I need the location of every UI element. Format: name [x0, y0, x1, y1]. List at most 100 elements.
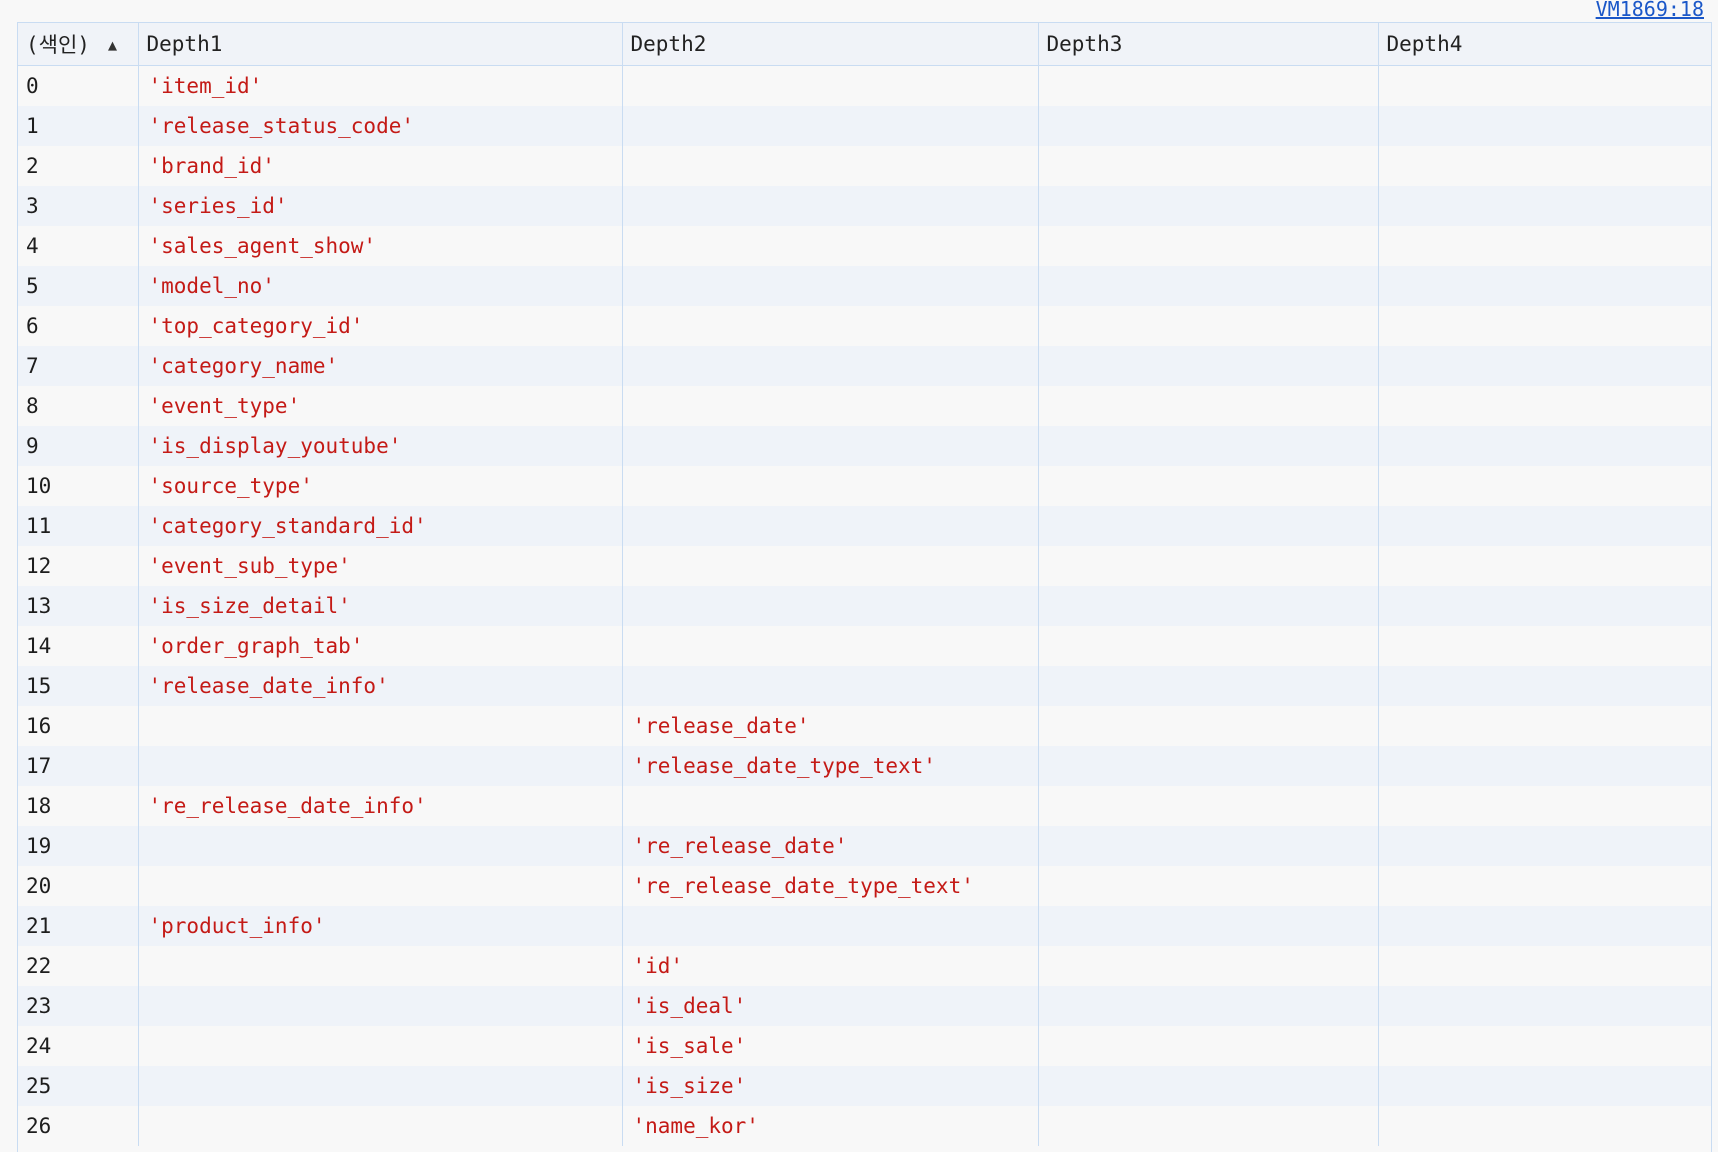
- table-header: (색인) ▲ Depth1 Depth2 Depth3 Depth4: [18, 22, 1711, 66]
- depth3-cell: [1037, 666, 1378, 706]
- row-index-cell: 4: [18, 226, 138, 266]
- depth1-cell: 'release_date_info': [137, 666, 622, 706]
- column-header-depth2[interactable]: Depth2: [621, 22, 1038, 66]
- table-row: 11'category_standard_id': [18, 506, 1711, 546]
- depth3-cell: [1037, 1026, 1378, 1066]
- row-index-cell: 0: [18, 65, 138, 106]
- table-row: 8'event_type': [18, 386, 1711, 426]
- column-header-index-label: (색인): [26, 33, 90, 57]
- row-index-cell: 24: [18, 1026, 138, 1066]
- depth1-cell: 'model_no': [137, 266, 622, 306]
- row-index-cell: 19: [18, 826, 138, 866]
- column-header-depth4[interactable]: Depth4: [1377, 22, 1711, 66]
- sort-ascending-icon: ▲: [107, 36, 117, 54]
- console-table: (색인) ▲ Depth1 Depth2 Depth3 Depth4 0'item…: [17, 22, 1712, 1152]
- depth4-cell: [1377, 306, 1711, 346]
- depth2-cell: 're_release_date_type_text': [621, 866, 1038, 906]
- depth2-cell: [621, 666, 1038, 706]
- header-row: (색인) ▲ Depth1 Depth2 Depth3 Depth4: [18, 22, 1711, 66]
- depth4-cell: [1377, 946, 1711, 986]
- depth4-cell: [1377, 346, 1711, 386]
- table-row: 22 'id': [18, 946, 1711, 986]
- depth3-cell: [1037, 426, 1378, 466]
- depth3-cell: [1037, 866, 1378, 906]
- table-row: 2'brand_id': [18, 146, 1711, 186]
- column-header-depth1[interactable]: Depth1: [137, 22, 622, 66]
- row-index-cell: 7: [18, 346, 138, 386]
- depth3-cell: [1037, 946, 1378, 986]
- depth3-cell: [1037, 586, 1378, 626]
- depth2-cell: 'is_deal': [621, 986, 1038, 1026]
- depth1-cell: [137, 746, 622, 786]
- depth4-cell: [1377, 1066, 1711, 1106]
- row-index-cell: 15: [18, 666, 138, 706]
- depth1-cell: 'brand_id': [137, 146, 622, 186]
- table-row: 4'sales_agent_show': [18, 226, 1711, 266]
- table-row: 20 're_release_date_type_text': [18, 866, 1711, 906]
- source-location-link[interactable]: VM1869:18: [1596, 0, 1704, 21]
- depth1-cell: [137, 866, 622, 906]
- depth3-cell: [1037, 346, 1378, 386]
- depth4-cell: [1377, 546, 1711, 586]
- table-row: 1'release_status_code': [18, 106, 1711, 146]
- table-row: 5'model_no': [18, 266, 1711, 306]
- depth2-cell: [621, 226, 1038, 266]
- depth3-cell: [1037, 106, 1378, 146]
- table-row: 18're_release_date_info': [18, 786, 1711, 826]
- depth4-cell: [1377, 866, 1711, 906]
- depth4-cell: [1377, 746, 1711, 786]
- depth3-cell: [1037, 626, 1378, 666]
- depth1-cell: 'product_info': [137, 906, 622, 946]
- depth2-cell: 're_release_date': [621, 826, 1038, 866]
- depth2-cell: 'id': [621, 946, 1038, 986]
- depth3-cell: [1037, 386, 1378, 426]
- row-index-cell: 20: [18, 866, 138, 906]
- row-index-cell: 23: [18, 986, 138, 1026]
- depth4-cell: [1377, 666, 1711, 706]
- row-index-cell: 8: [18, 386, 138, 426]
- depth3-cell: [1037, 546, 1378, 586]
- row-index-cell: 3: [18, 186, 138, 226]
- depth1-cell: 'event_sub_type': [137, 546, 622, 586]
- depth2-cell: [621, 786, 1038, 826]
- depth1-cell: 'release_status_code': [137, 106, 622, 146]
- depth4-cell: [1377, 65, 1711, 106]
- depth1-cell: 're_release_date_info': [137, 786, 622, 826]
- depth2-cell: [621, 586, 1038, 626]
- depth1-cell: 'source_type': [137, 466, 622, 506]
- table-row: 3'series_id': [18, 186, 1711, 226]
- depth2-cell: [621, 546, 1038, 586]
- depth2-cell: 'release_date': [621, 706, 1038, 746]
- table-row: 25 'is_size': [18, 1066, 1711, 1106]
- depth2-cell: [621, 506, 1038, 546]
- column-header-depth3[interactable]: Depth3: [1037, 22, 1378, 66]
- table-row: 13'is_size_detail': [18, 586, 1711, 626]
- table-row: 19 're_release_date': [18, 826, 1711, 866]
- table-row: 24 'is_sale': [18, 1026, 1711, 1066]
- depth3-cell: [1037, 466, 1378, 506]
- depth3-cell: [1037, 986, 1378, 1026]
- row-index-cell: 5: [18, 266, 138, 306]
- depth1-cell: 'sales_agent_show': [137, 226, 622, 266]
- depth3-cell: [1037, 65, 1378, 106]
- column-header-index[interactable]: (색인) ▲: [18, 22, 138, 66]
- table-row: 7'category_name': [18, 346, 1711, 386]
- depth2-cell: [621, 65, 1038, 106]
- depth3-cell: [1037, 1106, 1378, 1146]
- depth4-cell: [1377, 386, 1711, 426]
- depth3-cell: [1037, 266, 1378, 306]
- table-row: 0'item_id': [18, 65, 1711, 106]
- table-row: 9'is_display_youtube': [18, 426, 1711, 466]
- table-row: 17 'release_date_type_text': [18, 746, 1711, 786]
- depth1-cell: 'top_category_id': [137, 306, 622, 346]
- row-index-cell: 16: [18, 706, 138, 746]
- depth1-cell: [137, 946, 622, 986]
- table-row: 15'release_date_info': [18, 666, 1711, 706]
- table-row: 21'product_info': [18, 906, 1711, 946]
- depth1-cell: 'event_type': [137, 386, 622, 426]
- depth2-cell: [621, 306, 1038, 346]
- depth3-cell: [1037, 706, 1378, 746]
- depth4-cell: [1377, 1026, 1711, 1066]
- depth3-cell: [1037, 506, 1378, 546]
- depth2-cell: 'is_sale': [621, 1026, 1038, 1066]
